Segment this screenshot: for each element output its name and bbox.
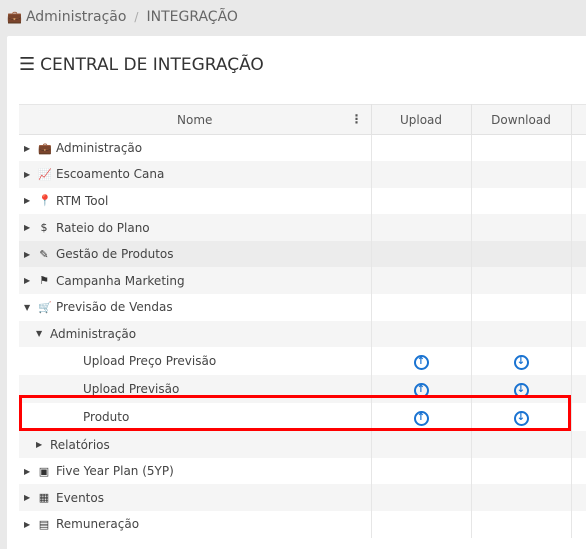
- integration-tree-table: Nome ⋮ Upload Download ▶ 💼 Administração ▶ 📈 E…: [19, 104, 586, 538]
- breadcrumb: 💼 Administração / INTEGRAÇÃO: [7, 9, 238, 25]
- upload-icon[interactable]: ↑: [413, 382, 429, 398]
- page-title-text: CENTRAL DE INTEGRAÇÃO: [40, 54, 264, 75]
- tree-row[interactable]: Upload Previsão ↑ ↓: [19, 375, 586, 404]
- tree-row[interactable]: ▶ 💼 Administração: [19, 134, 586, 162]
- row-label: Gestão de Produtos: [56, 247, 174, 262]
- money-icon: ▣: [38, 464, 50, 478]
- cart-icon: 🛒: [38, 300, 52, 314]
- breadcrumb-current: INTEGRAÇÃO: [146, 9, 238, 25]
- calculator-icon: ▤: [38, 517, 50, 531]
- integration-card: ☰ CENTRAL DE INTEGRAÇÃO Nome ⋮ Upload Dow…: [7, 36, 586, 549]
- row-label: Remuneração: [56, 517, 140, 532]
- tree-row[interactable]: ▶ ✎ Gestão de Produtos: [19, 240, 586, 268]
- row-label: Campanha Marketing: [56, 273, 185, 288]
- page-title: ☰ CENTRAL DE INTEGRAÇÃO: [19, 54, 264, 75]
- column-header-upload[interactable]: Upload: [371, 104, 472, 135]
- tree-row[interactable]: ▶ Relatórios: [19, 431, 586, 458]
- caret-right-icon[interactable]: ▶: [24, 144, 32, 153]
- list-icon: ☰: [19, 54, 36, 75]
- tree-row[interactable]: ▶ $ Rateio do Plano: [19, 214, 586, 241]
- caret-right-icon[interactable]: ▶: [36, 440, 44, 449]
- column-header-extra: [571, 104, 586, 135]
- column-menu-icon[interactable]: ⋮: [351, 112, 363, 126]
- breadcrumb-parent[interactable]: Administração: [26, 9, 126, 25]
- row-label: Relatórios: [50, 437, 110, 452]
- tree-row[interactable]: ▶ 📍 RTM Tool: [19, 187, 586, 215]
- caret-right-icon[interactable]: ▶: [24, 250, 32, 259]
- breadcrumb-separator: /: [134, 10, 139, 24]
- column-header-nome[interactable]: Nome ⋮: [19, 104, 372, 135]
- tree-row[interactable]: ▼ 🛒 Previsão de Vendas: [19, 294, 586, 321]
- tree-row[interactable]: ▶ ⚑ Campanha Marketing: [19, 267, 586, 295]
- upload-icon[interactable]: ↑: [413, 410, 429, 426]
- download-icon[interactable]: ↓: [513, 382, 529, 398]
- download-icon[interactable]: ↓: [513, 354, 529, 370]
- tree-row[interactable]: Produto ↑ ↓: [19, 403, 586, 432]
- dollar-icon: $: [40, 221, 48, 235]
- caret-down-icon[interactable]: ▼: [36, 329, 44, 338]
- tree-row[interactable]: ▶ ▣ Five Year Plan (5YP): [19, 457, 586, 485]
- edit-icon: ✎: [39, 247, 49, 261]
- row-label: Five Year Plan (5YP): [56, 464, 174, 479]
- row-label: Upload Previsão: [83, 382, 180, 397]
- caret-right-icon[interactable]: ▶: [24, 276, 32, 285]
- row-label: Upload Preço Previsão: [83, 354, 217, 369]
- caret-right-icon[interactable]: ▶: [24, 170, 32, 179]
- line-chart-icon: 📈: [38, 167, 52, 181]
- caret-right-icon[interactable]: ▶: [24, 493, 32, 502]
- map-marker-icon: 📍: [38, 194, 52, 208]
- download-icon[interactable]: ↓: [513, 410, 529, 426]
- calendar-icon: ▦: [38, 491, 50, 505]
- tree-row[interactable]: ▶ ▤ Remuneração: [19, 511, 586, 538]
- row-label: Rateio do Plano: [56, 220, 150, 235]
- briefcase-icon: 💼: [7, 10, 22, 24]
- caret-right-icon[interactable]: ▶: [24, 223, 32, 232]
- row-label: RTM Tool: [56, 193, 109, 208]
- row-label: Escoamento Cana: [56, 167, 165, 182]
- row-label: Produto: [83, 410, 130, 425]
- caret-right-icon[interactable]: ▶: [24, 467, 32, 476]
- caret-right-icon[interactable]: ▶: [24, 520, 32, 529]
- tree-row[interactable]: Upload Preço Previsão ↑ ↓: [19, 347, 586, 376]
- row-label: Administração: [56, 141, 143, 156]
- tree-row[interactable]: ▶ 📈 Escoamento Cana: [19, 161, 586, 188]
- tree-row[interactable]: ▼ Administração: [19, 320, 586, 348]
- row-label: Previsão de Vendas: [56, 300, 173, 315]
- column-header-download[interactable]: Download: [471, 104, 572, 135]
- row-label: Eventos: [56, 490, 104, 505]
- flag-icon: ⚑: [39, 274, 49, 288]
- tree-row[interactable]: ▶ ▦ Eventos: [19, 484, 586, 512]
- row-label: Administração: [50, 326, 137, 341]
- caret-down-icon[interactable]: ▼: [24, 303, 32, 312]
- caret-right-icon[interactable]: ▶: [24, 196, 32, 205]
- briefcase-icon: 💼: [38, 141, 52, 155]
- upload-icon[interactable]: ↑: [413, 354, 429, 370]
